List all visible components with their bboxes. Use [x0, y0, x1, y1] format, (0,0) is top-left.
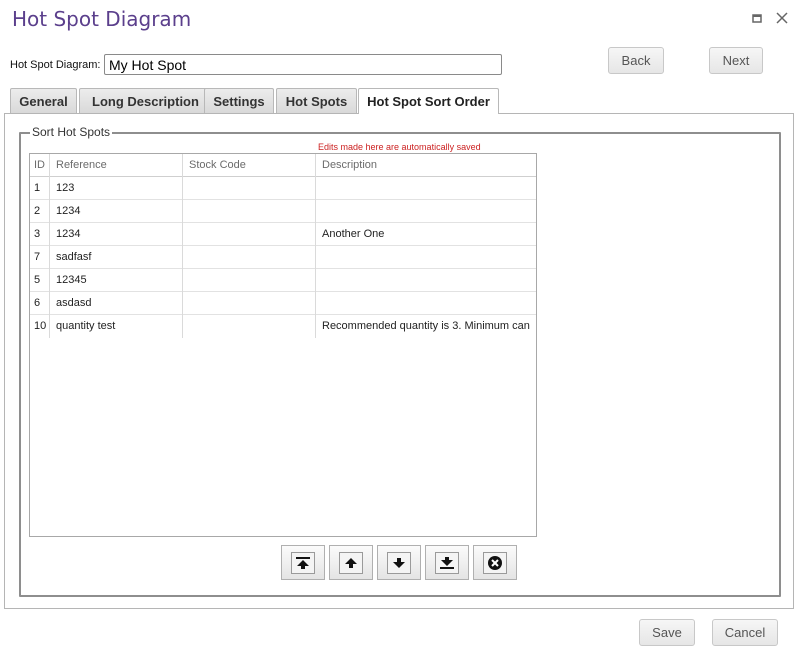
table-row[interactable]: 3 1234 Another One	[30, 223, 536, 246]
cell-id: 2	[30, 200, 50, 223]
cell-id: 6	[30, 292, 50, 315]
cell-reference[interactable]: asdasd	[50, 292, 183, 315]
tab-long-description[interactable]: Long Description	[79, 88, 212, 113]
cell-description[interactable]	[316, 292, 536, 315]
cell-stock-code[interactable]	[183, 292, 316, 315]
move-to-top-icon	[296, 556, 310, 569]
tab-hot-spot-sort-order[interactable]: Hot Spot Sort Order	[358, 88, 499, 114]
hot-spot-grid[interactable]: ID Reference Stock Code Description 1 12…	[29, 153, 537, 537]
cell-reference[interactable]: quantity test	[50, 315, 183, 338]
restore-icon[interactable]	[749, 10, 765, 26]
remove-button[interactable]	[473, 545, 517, 580]
cell-description[interactable]	[316, 269, 536, 292]
cell-id: 10	[30, 315, 50, 338]
diagram-name-input[interactable]	[104, 54, 502, 75]
tab-settings[interactable]: Settings	[204, 88, 274, 113]
column-header-reference[interactable]: Reference	[50, 154, 183, 177]
diagram-name-label: Hot Spot Diagram:	[10, 59, 101, 71]
cell-id: 3	[30, 223, 50, 246]
save-button[interactable]: Save	[639, 619, 695, 646]
back-button[interactable]: Back	[608, 47, 664, 74]
cell-reference[interactable]: 1234	[50, 223, 183, 246]
cell-stock-code[interactable]	[183, 200, 316, 223]
grid-header: ID Reference Stock Code Description	[30, 154, 536, 177]
cell-id: 7	[30, 246, 50, 269]
table-row[interactable]: 7 sadfasf	[30, 246, 536, 269]
cell-description[interactable]	[316, 200, 536, 223]
cancel-button[interactable]: Cancel	[712, 619, 778, 646]
cell-description[interactable]	[316, 177, 536, 200]
move-to-bottom-icon	[440, 556, 454, 569]
cell-reference[interactable]: 123	[50, 177, 183, 200]
tab-hot-spots[interactable]: Hot Spots	[276, 88, 357, 113]
cell-stock-code[interactable]	[183, 269, 316, 292]
move-to-top-button[interactable]	[281, 545, 325, 580]
table-row[interactable]: 10 quantity test Recommended quantity is…	[30, 315, 536, 338]
table-row[interactable]: 6 asdasd	[30, 292, 536, 315]
autosave-note: Edits made here are automatically saved	[318, 142, 481, 152]
cell-stock-code[interactable]	[183, 223, 316, 246]
cell-reference[interactable]: 12345	[50, 269, 183, 292]
column-header-stock-code[interactable]: Stock Code	[183, 154, 316, 177]
column-header-id[interactable]: ID	[30, 154, 50, 177]
remove-icon	[488, 555, 502, 570]
move-up-button[interactable]	[329, 545, 373, 580]
move-up-icon	[345, 557, 357, 568]
move-down-icon	[393, 557, 405, 568]
close-icon[interactable]	[774, 10, 790, 26]
table-row[interactable]: 1 123	[30, 177, 536, 200]
cell-id: 5	[30, 269, 50, 292]
column-header-description[interactable]: Description	[316, 154, 536, 177]
cell-description[interactable]: Another One	[316, 223, 536, 246]
table-row[interactable]: 2 1234	[30, 200, 536, 223]
move-down-button[interactable]	[377, 545, 421, 580]
table-row[interactable]: 5 12345	[30, 269, 536, 292]
next-button[interactable]: Next	[709, 47, 763, 74]
cell-stock-code[interactable]	[183, 246, 316, 269]
cell-stock-code[interactable]	[183, 177, 316, 200]
tab-general[interactable]: General	[10, 88, 77, 113]
cell-description[interactable]	[316, 246, 536, 269]
cell-id: 1	[30, 177, 50, 200]
sort-hot-spots-legend: Sort Hot Spots	[30, 125, 113, 139]
move-to-bottom-button[interactable]	[425, 545, 469, 580]
cell-description[interactable]: Recommended quantity is 3. Minimum can	[316, 315, 536, 338]
cell-reference[interactable]: sadfasf	[50, 246, 183, 269]
window-title: Hot Spot Diagram	[12, 7, 192, 31]
cell-reference[interactable]: 1234	[50, 200, 183, 223]
cell-stock-code[interactable]	[183, 315, 316, 338]
